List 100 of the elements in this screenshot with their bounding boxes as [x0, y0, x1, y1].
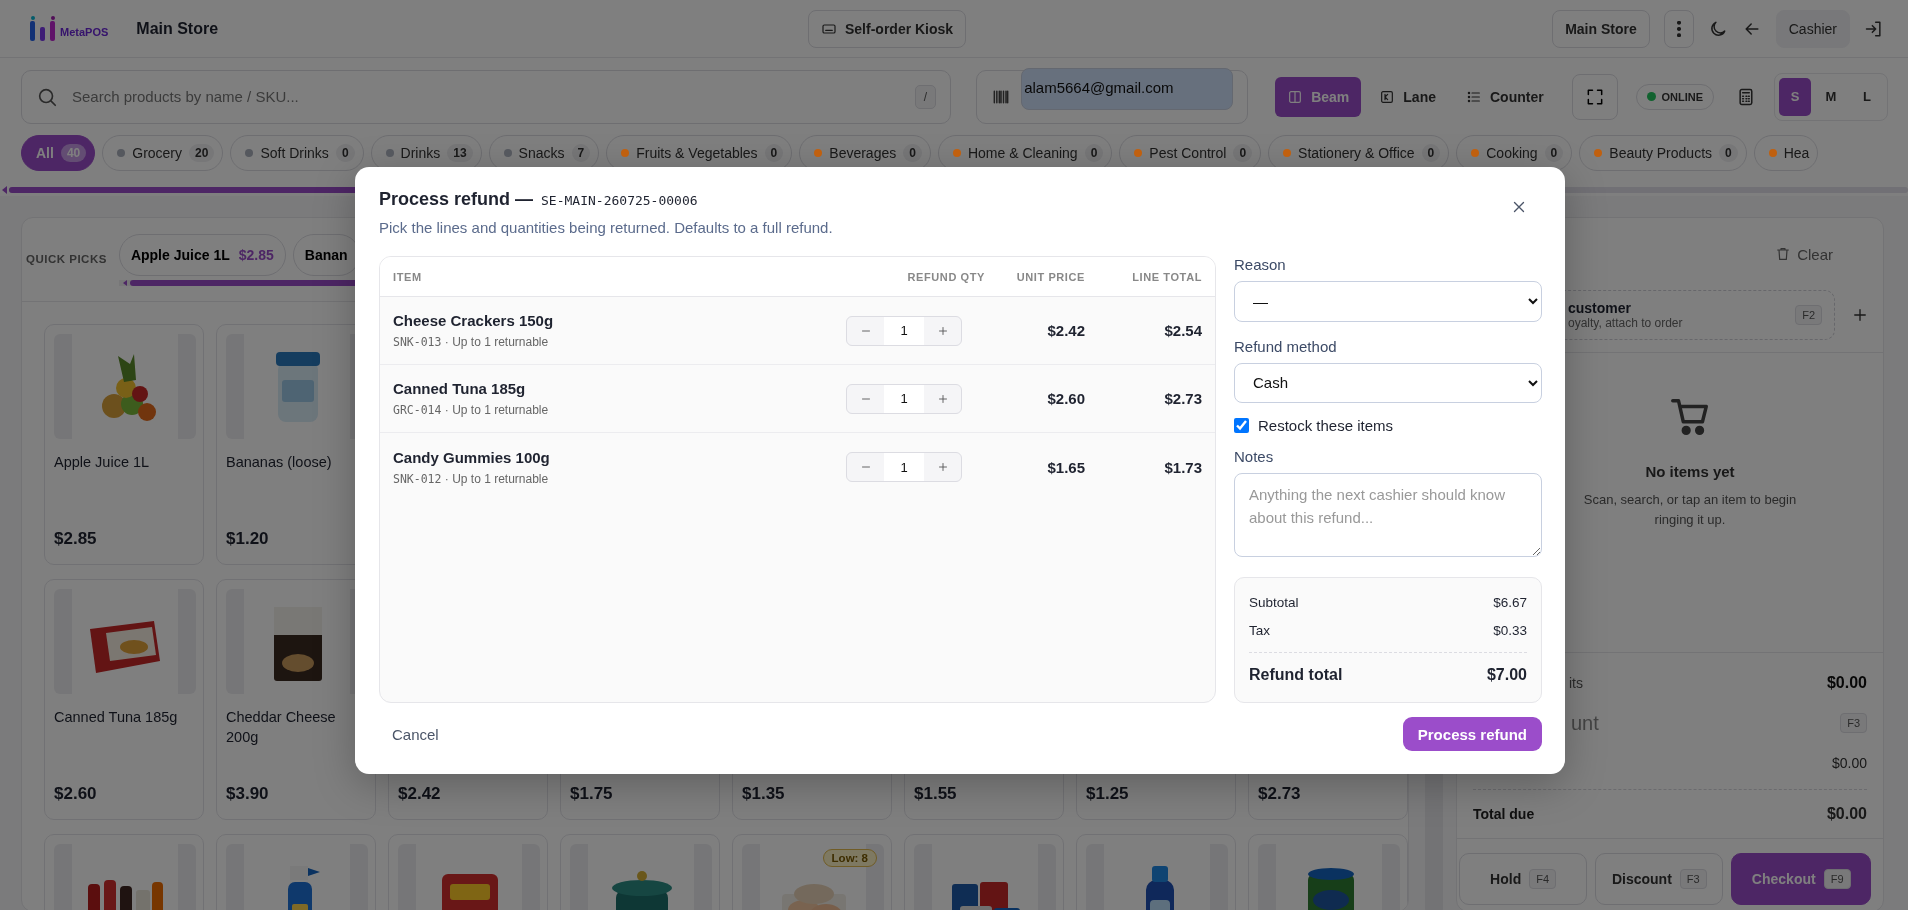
cancel-button[interactable]: Cancel — [392, 719, 439, 749]
quantity-input[interactable]: 1 — [884, 316, 924, 345]
mode-tab[interactable]: Lane — [1367, 76, 1448, 117]
plus-icon[interactable] — [936, 461, 949, 473]
product-price: $2.85 — [54, 529, 98, 550]
product-card[interactable]: Apple Juice 1L $2.85 — [44, 324, 204, 565]
product-name: Bananas (loose) — [226, 453, 333, 472]
receipt-number: SE-MAIN-260725-00006 — [541, 193, 698, 208]
shortcut-key: F4 — [1529, 869, 1557, 889]
empty-text: Scan, search, or tap an item to begin ringing it up. — [1582, 491, 1798, 530]
total-value: $0.00 — [1831, 755, 1867, 771]
product-price: $3.90 — [226, 784, 270, 805]
search-input[interactable]: Search products by name / SKU... — [70, 87, 903, 106]
empty-title: No items yet — [1645, 463, 1735, 480]
shortcut-key: F2 — [1795, 305, 1822, 325]
product-price: $1.75 — [570, 784, 614, 805]
restock-checkbox[interactable] — [1234, 418, 1249, 434]
clear-button[interactable]: Clear — [1769, 244, 1839, 264]
category-chip[interactable]: Cooking 0 — [1456, 135, 1573, 171]
logo-text: MetaPOS — [60, 25, 109, 38]
product-card[interactable]: Cheddar Cheese 200g $3.90 — [216, 579, 376, 820]
column-header: LINE TOTAL — [1131, 270, 1202, 283]
more-button[interactable] — [1663, 9, 1694, 48]
quantity-stepper[interactable]: 1 — [846, 383, 962, 414]
customer-hint: oyalty, attach to order — [1568, 316, 1684, 330]
plus-icon[interactable] — [936, 324, 949, 337]
column-header: UNIT PRICE — [1015, 270, 1085, 283]
category-chip[interactable]: Hea — [1753, 135, 1819, 171]
method-select[interactable]: Cash — [1234, 362, 1542, 404]
line-total: $2.73 — [1163, 390, 1202, 407]
line-total: $1.73 — [1163, 458, 1202, 476]
scan-field[interactable]: alam5664@gmail.com — [976, 69, 1249, 124]
product-name: Apple Juice 1L — [54, 453, 151, 472]
action-button[interactable]: Discount F3 — [1595, 853, 1724, 905]
category-chip[interactable]: Beauty Products 0 — [1579, 135, 1747, 171]
category-chip[interactable]: Grocery 20 — [102, 135, 224, 171]
search-field[interactable]: Search products by name / SKU... / — [21, 69, 952, 124]
shortcut-key: F9 — [1823, 869, 1851, 889]
notes-field[interactable]: Anything the next cashier should know about this refund... — [1234, 473, 1542, 557]
item-meta: SNK-013 · Up to 1 returnable — [393, 335, 550, 349]
column-header: REFUND QTY — [906, 270, 985, 283]
summary-label: Refund total — [1249, 665, 1343, 684]
field-label: Reason — [1234, 256, 1287, 273]
item-name: Cheese Crackers 150g — [393, 312, 555, 329]
size-option[interactable]: L — [1851, 77, 1883, 116]
summary-value: $0.33 — [1493, 622, 1527, 638]
total-label: Total due — [1473, 805, 1535, 822]
action-button[interactable]: Hold F4 — [1459, 853, 1588, 905]
column-header: ITEM — [393, 270, 423, 283]
product-name: Cheddar Cheese 200g — [226, 708, 337, 747]
item-meta: SNK-012 · Up to 1 returnable — [393, 471, 550, 486]
checkbox-label: Restock these items — [1258, 417, 1394, 435]
item-name: Canned Tuna 185g — [393, 380, 527, 397]
reason-select[interactable]: — — [1234, 281, 1542, 322]
total-value: $0.00 — [1826, 804, 1867, 823]
field-label: Notes — [1234, 448, 1275, 466]
product-price: $1.35 — [742, 784, 786, 805]
shortcut-key: F3 — [1679, 869, 1707, 889]
panel-icon — [1287, 88, 1304, 105]
quantity-input[interactable]: 1 — [884, 453, 924, 481]
field-label: Refund method — [1234, 337, 1338, 355]
trash-icon — [1775, 246, 1792, 262]
item-name: Candy Gummies 100g — [393, 448, 551, 466]
fullscreen-button[interactable] — [1571, 73, 1618, 120]
store-button[interactable]: Main Store — [1552, 9, 1650, 48]
product-price: $1.20 — [226, 529, 270, 550]
stock-badge: Low: 8 — [822, 849, 877, 867]
discount-label[interactable]: unt — [1571, 711, 1599, 735]
shortcut-key: / — [914, 84, 937, 109]
product-card[interactable]: Low: 8 — [732, 834, 892, 910]
mode-tab[interactable]: Beam — [1275, 76, 1362, 117]
product-price: $2.42 — [398, 784, 442, 805]
customer-title: customer — [1568, 300, 1633, 316]
quantity-stepper[interactable]: 1 — [846, 315, 962, 346]
summary-label: Tax — [1249, 622, 1270, 638]
store-title: Main Store — [136, 19, 219, 38]
product-price: $1.25 — [1086, 784, 1130, 805]
kiosk-button[interactable]: Self-order Kiosk — [808, 9, 967, 48]
product-name: Canned Tuna 185g — [54, 708, 179, 727]
product-price: $1.55 — [914, 784, 958, 805]
process-refund-button[interactable]: Process refund — [1402, 717, 1542, 751]
summary-value: $7.00 — [1486, 665, 1527, 684]
category-chip[interactable]: Soft Drinks 0 — [230, 135, 364, 171]
plus-icon[interactable] — [936, 392, 949, 405]
item-meta: GRC-014 · Up to 1 returnable — [393, 403, 550, 417]
user-button[interactable]: Cashier — [1775, 9, 1850, 48]
line-total: $2.54 — [1163, 322, 1202, 339]
total-value: $0.00 — [1826, 674, 1867, 692]
mode-tab[interactable]: Counter — [1454, 76, 1556, 117]
quantity-input[interactable]: 1 — [884, 384, 924, 413]
quick-pick-chip[interactable]: Apple Juice 1L $2.85 — [118, 234, 286, 276]
size-option[interactable]: S — [1779, 77, 1811, 116]
quantity-stepper[interactable]: 1 — [846, 452, 962, 482]
plus-icon[interactable] — [1851, 306, 1869, 324]
size-option[interactable]: M — [1815, 77, 1847, 116]
product-card[interactable]: Canned Tuna 185g $2.60 — [44, 579, 204, 820]
product-price: $2.73 — [1258, 784, 1302, 805]
checkout-button[interactable]: Checkout F9 — [1731, 853, 1871, 905]
shortcut-key: F3 — [1840, 713, 1867, 733]
summary-label: Subtotal — [1249, 594, 1299, 610]
